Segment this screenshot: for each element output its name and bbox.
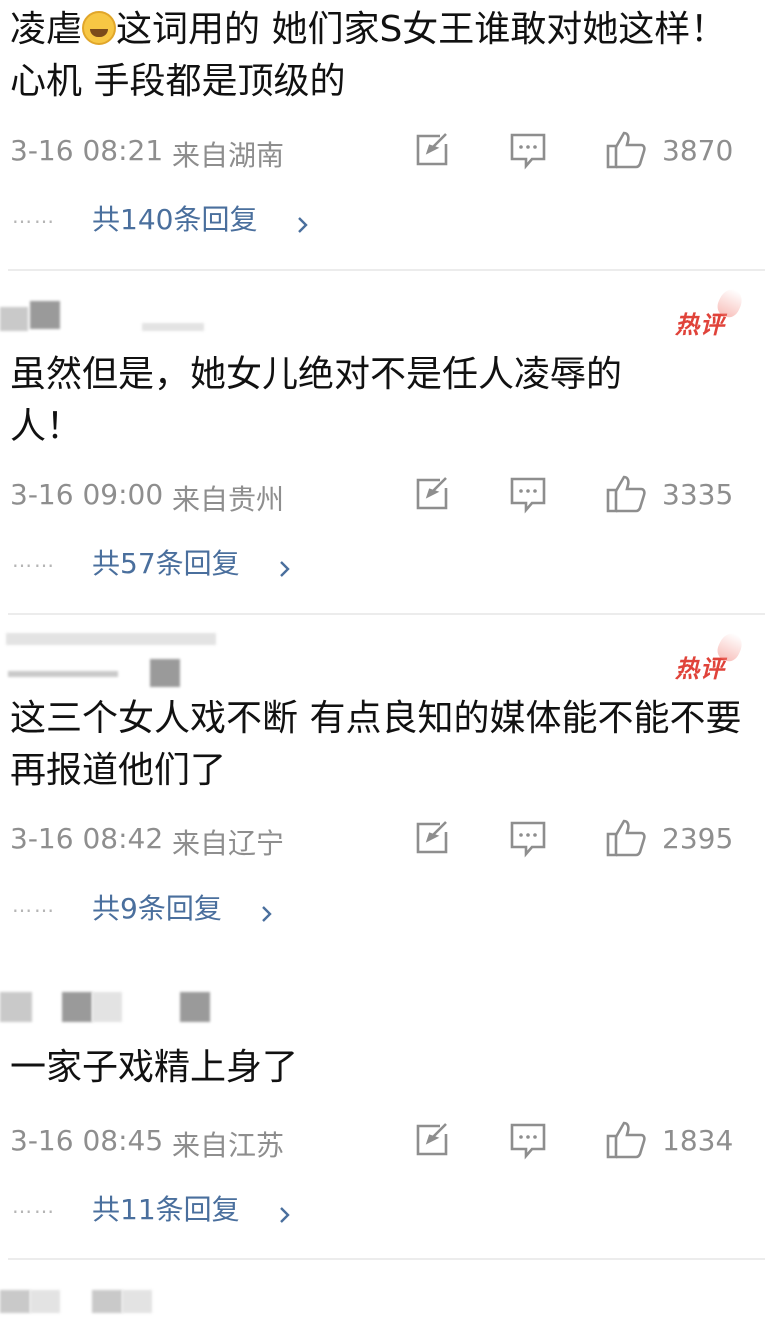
comment-item: 一家子戏精上身了 3-16 08:45 来自江苏 1834 …… 共11条回复 xyxy=(0,970,765,1260)
comment-location: 来自贵州 xyxy=(172,483,285,516)
divider xyxy=(8,1258,765,1260)
share-icon[interactable] xyxy=(412,474,452,514)
blurred-username xyxy=(142,323,204,331)
replies-count-label[interactable]: 共9条回复 xyxy=(92,887,222,927)
blurred-avatar xyxy=(0,992,32,1022)
blurred-username xyxy=(92,992,122,1022)
like-icon[interactable] xyxy=(605,130,646,170)
like-count: 3335 xyxy=(662,478,734,511)
comment-meta: 3-16 09:00 来自贵州 3335 xyxy=(10,474,755,516)
comment-content: 这三个女人戏不断 有点良知的媒体能不能不要再报道他们了 xyxy=(10,698,742,791)
comment-icon[interactable] xyxy=(508,474,548,514)
replies-count-label[interactable]: 共11条回复 xyxy=(92,1188,240,1228)
comment-author-blurred xyxy=(0,627,300,687)
replies-dots: …… xyxy=(12,1194,56,1218)
comment-location: 来自辽宁 xyxy=(172,827,285,860)
blurred-username xyxy=(122,1290,152,1313)
comment-location: 来自湖南 xyxy=(172,139,285,172)
like-count: 3870 xyxy=(662,134,734,167)
blurred-username xyxy=(30,301,60,329)
comment-author-blurred xyxy=(0,990,300,1026)
share-icon[interactable] xyxy=(412,818,452,858)
replies-link[interactable]: …… 共9条回复 xyxy=(12,885,292,925)
replies-link[interactable]: …… 共57条回复 xyxy=(12,540,312,580)
comment-time: 3-16 09:00 xyxy=(10,478,164,511)
comment-time: 3-16 08:42 xyxy=(10,822,164,855)
comment-meta: 3-16 08:21 来自湖南 3870 xyxy=(10,130,755,172)
chevron-right-icon xyxy=(258,897,276,922)
share-icon[interactable] xyxy=(412,130,452,170)
comment-icon[interactable] xyxy=(508,1120,548,1160)
comment-content: 虽然但是，她女儿绝对不是任人凌辱的人！ xyxy=(10,354,623,447)
laughing-crying-emoji-icon xyxy=(82,11,117,45)
like-icon[interactable] xyxy=(605,818,646,858)
comment-time: 3-16 08:21 xyxy=(10,134,164,167)
hot-badge-label: 热评 xyxy=(675,311,725,339)
replies-dots: …… xyxy=(12,893,56,917)
comment-author-blurred xyxy=(0,297,300,333)
blurred-avatar xyxy=(0,1290,30,1313)
chevron-right-icon xyxy=(294,208,312,233)
replies-dots: …… xyxy=(12,548,56,572)
comment-item: 凌虐 这词用的 她们家S女王谁敢对她这样！ 心机 手段都是顶级的 3-16 08:… xyxy=(0,0,765,270)
hot-comment-badge: 热评 xyxy=(675,629,746,684)
like-icon[interactable] xyxy=(605,1120,646,1160)
like-count: 1834 xyxy=(662,1124,734,1157)
blurred-avatar xyxy=(6,633,216,645)
chevron-right-icon xyxy=(276,1198,294,1223)
like-icon[interactable] xyxy=(605,474,646,514)
blurred-username xyxy=(150,659,180,687)
chevron-right-icon xyxy=(276,552,294,577)
like-count: 2395 xyxy=(662,822,734,855)
comment-meta: 3-16 08:45 来自江苏 1834 xyxy=(10,1120,755,1162)
replies-link[interactable]: …… 共11条回复 xyxy=(12,1186,312,1226)
blurred-username xyxy=(8,671,118,677)
hot-comment-badge: 热评 xyxy=(675,285,746,340)
blurred-username xyxy=(62,992,92,1022)
comment-text-part: 这词用的 她们家S女王谁敢对她这样！ 心机 手段都是顶级的 xyxy=(10,9,727,102)
comment-meta: 3-16 08:42 来自辽宁 2395 xyxy=(10,818,755,860)
replies-dots: …… xyxy=(12,204,56,228)
comment-author-blurred xyxy=(0,1288,300,1324)
comment-item-partial xyxy=(0,1262,765,1313)
share-icon[interactable] xyxy=(412,1120,452,1160)
comment-item: 热评 这三个女人戏不断 有点良知的媒体能不能不要再报道他们了 3-16 08:4… xyxy=(0,615,765,955)
comment-item: 热评 虽然但是，她女儿绝对不是任人凌辱的人！ 3-16 09:00 来自贵州 3… xyxy=(0,271,765,613)
hot-badge-label: 热评 xyxy=(675,655,725,683)
blurred-avatar xyxy=(0,307,28,331)
blurred-username xyxy=(92,1290,122,1313)
comment-location: 来自江苏 xyxy=(172,1129,285,1162)
comment-time: 3-16 08:45 xyxy=(10,1124,164,1157)
replies-link[interactable]: …… 共140条回复 xyxy=(12,196,332,236)
comment-icon[interactable] xyxy=(508,818,548,858)
comment-content: 凌虐 这词用的 她们家S女王谁敢对她这样！ 心机 手段都是顶级的 xyxy=(10,4,750,108)
comment-icon[interactable] xyxy=(508,130,548,170)
replies-count-label[interactable]: 共140条回复 xyxy=(92,198,257,238)
replies-count-label[interactable]: 共57条回复 xyxy=(92,542,240,582)
comment-content: 一家子戏精上身了 xyxy=(10,1047,299,1088)
blurred-username xyxy=(180,992,210,1022)
comment-text-part: 凌虐 xyxy=(10,9,83,50)
blurred-username xyxy=(30,1290,60,1313)
